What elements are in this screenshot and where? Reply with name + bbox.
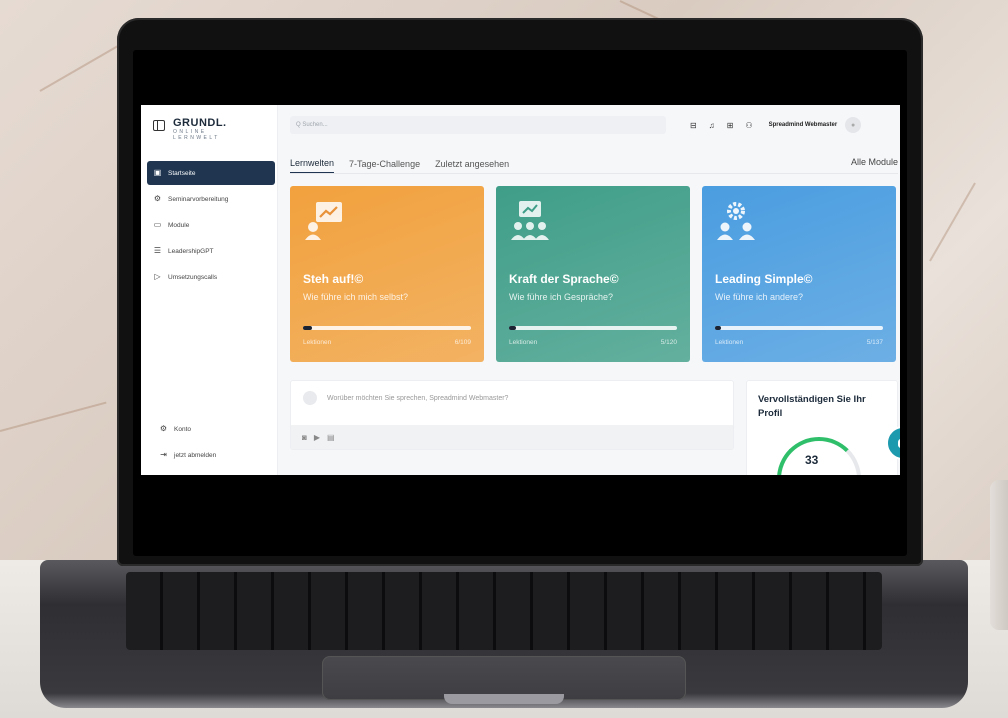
course-card-steh-auf[interactable]: Steh auf!© Wie führe ich mich selbst? Le… — [290, 186, 484, 362]
header-icons: ⊟ ♫ ⊞ ⚇ — [690, 121, 753, 130]
tab-7-tage-challenge[interactable]: 7-Tage-Challenge — [349, 159, 420, 173]
card-lessons-count: 5/137 — [866, 339, 883, 346]
document-icon[interactable]: ▤ — [327, 433, 335, 442]
gear-icon: ⚙ — [159, 424, 168, 433]
card-subtitle: Wie führe ich mich selbst? — [303, 292, 409, 302]
video-icon: ▷ — [154, 272, 161, 281]
avatar[interactable]: ● — [845, 117, 862, 133]
sidebar-toggle-icon[interactable] — [153, 120, 165, 131]
group-presentation-icon — [511, 201, 549, 240]
progress-fill — [303, 326, 313, 330]
card-lessons-count: 6/109 — [454, 339, 471, 346]
team-gear-icon — [717, 202, 755, 240]
tab-bar: Lernwelten 7-Tage-Challenge Zuletzt ange… — [290, 151, 898, 174]
users-icon[interactable]: ⚇ — [745, 121, 752, 130]
sidebar-item-seminarvorbereitung[interactable]: ⚙ Seminarvorbereitung — [147, 187, 275, 211]
progress-bar — [509, 326, 677, 330]
profile-percent: 33 — [805, 453, 819, 467]
top-bar: Q Suchen... ⊟ ♫ ⊞ ⚇ Spreadmind Webmaster… — [290, 109, 898, 141]
card-subtitle: Wie führe ich andere? — [715, 292, 804, 302]
card-lessons-label: Lektionen — [509, 339, 538, 346]
sidebar-item-label: Seminarvorbereitung — [168, 195, 229, 203]
vase — [990, 480, 1008, 630]
post-input[interactable]: Worüber möchten Sie sprechen, Spreadmind… — [327, 395, 508, 402]
post-input-row[interactable]: Worüber möchten Sie sprechen, Spreadmind… — [291, 381, 733, 415]
logo-text: GRUNDL. — [173, 117, 227, 129]
sidebar-item-label: Konto — [174, 425, 191, 433]
sidebar-item-label: Umsetzungscalls — [168, 273, 218, 281]
seminar-icon: ⚙ — [153, 194, 162, 203]
sidebar-item-label: jetzt abmelden — [174, 451, 217, 459]
sidebar-item-startseite[interactable]: ▣ Startseite — [147, 161, 275, 185]
main-content: Q Suchen... ⊟ ♫ ⊞ ⚇ Spreadmind Webmaster… — [278, 105, 900, 475]
course-cards: Steh auf!© Wie führe ich mich selbst? Le… — [290, 186, 898, 362]
keyboard — [126, 572, 882, 650]
logout-icon: ⇥ — [160, 450, 167, 459]
post-toolbar: ◙ ▶ ▤ — [291, 425, 733, 449]
sidebar-item-umsetzungscalls[interactable]: ▷ Umsetzungscalls — [147, 265, 275, 289]
logo: GRUNDL. ONLINE LERNWELT — [141, 105, 277, 147]
profile-completion-card[interactable]: Vervollständigen Sie Ihr Profil 33 — [746, 380, 900, 475]
app-window: GRUNDL. ONLINE LERNWELT ▣ Startseite ⚙ S… — [141, 105, 900, 475]
profile-progress-ring: 33 — [777, 437, 861, 475]
course-card-kraft-der-sprache[interactable]: Kraft der Sprache© Wie führe ich Gespräc… — [496, 186, 690, 362]
chat-button[interactable] — [886, 426, 900, 460]
list-icon: ☰ — [153, 246, 162, 255]
avatar — [303, 391, 317, 405]
card-title: Leading Simple© — [715, 272, 813, 286]
module-icon: ▭ — [153, 220, 162, 229]
laptop-lip — [444, 694, 564, 704]
all-modules-link[interactable]: Alle Module — [851, 157, 898, 167]
camera-icon[interactable]: ◙ — [302, 433, 307, 442]
laptop-lid: GRUNDL. ONLINE LERNWELT ▣ Startseite ⚙ S… — [117, 18, 923, 566]
calendar-icon[interactable]: ⊞ — [727, 121, 734, 130]
user-name[interactable]: Spreadmind Webmaster — [769, 122, 838, 128]
card-lessons-label: Lektionen — [303, 339, 332, 346]
bell-icon[interactable]: ♫ — [709, 121, 715, 130]
tab-lernwelten[interactable]: Lernwelten — [290, 158, 335, 173]
progress-bar — [303, 326, 471, 330]
sidebar-item-abmelden[interactable]: ⇥ jetzt abmelden — [153, 443, 273, 467]
card-title: Steh auf!© — [303, 272, 364, 286]
home-icon: ▣ — [153, 168, 162, 177]
sidebar: GRUNDL. ONLINE LERNWELT ▣ Startseite ⚙ S… — [141, 105, 278, 475]
card-subtitle: Wie führe ich Gespräche? — [509, 292, 614, 302]
inbox-icon[interactable]: ⊟ — [690, 121, 697, 130]
sidebar-item-label: Startseite — [168, 169, 196, 177]
second-row: Worüber möchten Sie sprechen, Spreadmind… — [290, 380, 900, 475]
sidebar-item-label: Module — [168, 221, 190, 229]
sidebar-bottom: ⚙ Konto ⇥ jetzt abmelden — [147, 417, 275, 469]
logo-subtitle-bottom: LERNWELT — [173, 135, 220, 141]
card-lessons-label: Lektionen — [715, 339, 744, 346]
video-icon[interactable]: ▶ — [314, 433, 320, 442]
profile-title: Vervollständigen Sie Ihr Profil — [758, 394, 866, 419]
laptop-screen: GRUNDL. ONLINE LERNWELT ▣ Startseite ⚙ S… — [133, 50, 907, 556]
progress-fill — [715, 326, 722, 330]
tab-zuletzt-angesehen[interactable]: Zuletzt angesehen — [435, 159, 509, 173]
sidebar-item-konto[interactable]: ⚙ Konto — [153, 417, 273, 441]
sidebar-item-label: LeadershipGPT — [168, 247, 214, 255]
card-title: Kraft der Sprache© — [509, 272, 619, 286]
course-card-leading-simple[interactable]: Leading Simple© Wie führe ich andere? Le… — [702, 186, 896, 362]
laptop-base — [40, 560, 968, 708]
sidebar-nav: ▣ Startseite ⚙ Seminarvorbereitung ▭ Mod… — [141, 161, 277, 289]
sidebar-item-leadershipgpt[interactable]: ☰ LeadershipGPT — [147, 239, 275, 263]
progress-bar — [715, 326, 883, 330]
presentation-icon — [305, 202, 342, 240]
card-lessons-count: 5/120 — [660, 339, 677, 346]
post-composer: Worüber möchten Sie sprechen, Spreadmind… — [290, 380, 734, 450]
sidebar-item-module[interactable]: ▭ Module — [147, 213, 275, 237]
search-input[interactable]: Q Suchen... — [290, 116, 666, 134]
progress-fill — [509, 326, 517, 330]
